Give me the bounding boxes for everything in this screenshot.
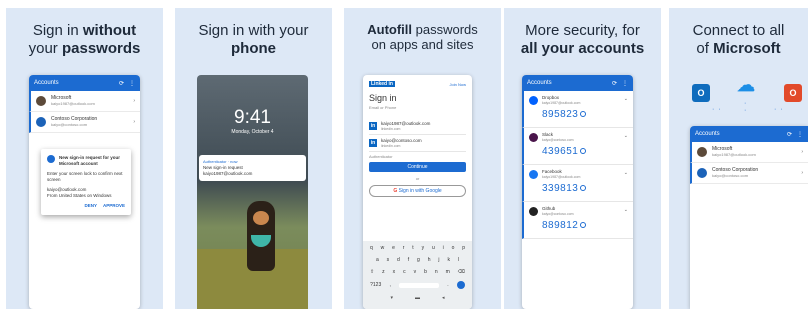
linkedin-signin-screen: Linked in Join Now Sign in Email or Phon…: [363, 75, 472, 309]
comma-key[interactable]: ,: [389, 282, 390, 288]
facebook-icon: [529, 170, 538, 179]
connector-dots: · ·: [744, 100, 748, 114]
autofill-suggestion[interactable]: in kaiyo@contoso.com linkedin.com: [369, 135, 466, 152]
go-key[interactable]: [456, 281, 465, 289]
accounts-screen: Accounts ⟳ ⋮ Microsoft kaiyo1987@outlook.c…: [690, 126, 808, 309]
slack-icon: [529, 133, 538, 142]
code-item-slack[interactable]: Slack kaiyo@contoso.com 439651 ⌄: [522, 128, 633, 165]
timer-icon: [580, 111, 587, 118]
chevron-icon: ›: [801, 149, 803, 155]
keyboard-row: ⇧ z x c v b n m ⌫: [369, 269, 465, 275]
connector-dots: · ·: [712, 106, 722, 113]
otp-code: 439651: [542, 146, 579, 157]
lock-time: 9:41: [234, 107, 271, 128]
google-icon: G: [393, 188, 398, 194]
dropbox-icon: [529, 96, 538, 105]
more-menu-icon[interactable]: ⋮: [797, 131, 803, 138]
refresh-icon[interactable]: ⟳: [119, 80, 124, 87]
lock-date: Monday, October 4: [231, 129, 274, 135]
deny-button[interactable]: DENY: [84, 203, 97, 209]
phone-screen: Accounts ⟳ ⋮ Microsoft kaiyo1987@outlook.c…: [29, 75, 140, 309]
app-bar-title: Accounts: [695, 131, 720, 137]
outlook-icon: O: [692, 84, 710, 102]
code-item-facebook[interactable]: Facebook kaiyo1987@outlook.com 339813 ⌄: [522, 165, 633, 202]
back-icon[interactable]: ▾: [390, 295, 393, 301]
approve-button[interactable]: APPROVE: [103, 203, 125, 209]
period-key[interactable]: .: [447, 282, 448, 288]
keyboard: qwertyuiop asdfghjkl ⇧ z x c v b n m ⌫ ?123 , . …: [363, 241, 472, 309]
panel-passwordless: Sign in without your passwords Accounts …: [6, 8, 163, 309]
panel-title: Autofill passwords on apps and sites: [367, 22, 478, 52]
symbols-key[interactable]: ?123: [370, 282, 381, 288]
refresh-icon[interactable]: ⟳: [612, 80, 617, 87]
timer-icon: [580, 185, 587, 192]
otp-code: 889812: [542, 220, 579, 231]
account-row[interactable]: Contoso Corporation kaiyo@contoso.com ›: [29, 112, 140, 133]
notification[interactable]: Authenticator · now New sign-in request …: [199, 155, 306, 181]
panel-title: Connect to all of Microsoft: [692, 22, 785, 57]
account-row[interactable]: Microsoft kaiyo1987@outlook.com ›: [29, 91, 140, 112]
linkedin-icon: in: [369, 139, 377, 147]
app-bar: Accounts ⟳ ⋮: [690, 126, 808, 142]
app-bar-title: Accounts: [527, 80, 552, 86]
continue-button[interactable]: Continue: [369, 162, 466, 172]
autofill-suggestion[interactable]: in kaiyo1987@outlook.com linkedin.com: [369, 118, 466, 135]
chevron-down-icon[interactable]: ⌄: [624, 96, 628, 102]
linkedin-icon: in: [369, 122, 377, 130]
app-bar: Accounts ⟳ ⋮: [29, 75, 140, 91]
avatar: [36, 96, 46, 106]
panel-title: More security, for all your accounts: [520, 22, 645, 57]
account-row[interactable]: Microsoft kaiyo1987@outlook.com ›: [690, 142, 808, 163]
code-item-github[interactable]: Github kaiyo@contoso.com 889812 ⌄: [522, 202, 633, 239]
chevron-down-icon[interactable]: ⌄: [624, 133, 628, 139]
chevron-down-icon[interactable]: ⌄: [624, 207, 628, 213]
spacebar[interactable]: [399, 282, 440, 288]
app-bar: Accounts ⟳ ⋮: [522, 75, 633, 91]
chevron-icon: ›: [801, 170, 803, 176]
code-item-dropbox[interactable]: Dropbox kaiyo1987@outlook.com 895823 ⌄: [522, 91, 633, 128]
shift-key[interactable]: ⇧: [370, 269, 374, 275]
onedrive-icon: ☁: [737, 74, 755, 95]
panel-title: Sign in without your passwords: [28, 22, 141, 57]
timer-icon: [580, 222, 587, 229]
lock-screen: 9:41 Monday, October 4 Authenticator · n…: [197, 75, 308, 309]
sign-in-request-dialog: New sign-in request for your Microsoft a…: [41, 149, 131, 215]
app-bar-title: Accounts: [34, 80, 59, 86]
home-icon[interactable]: ▬: [415, 295, 420, 301]
timer-icon: [580, 148, 587, 155]
recents-icon[interactable]: ◂: [442, 295, 445, 301]
account-row[interactable]: Contoso Corporation kaiyo@contoso.com ›: [690, 163, 808, 184]
chevron-icon: ›: [133, 119, 135, 125]
chevron-icon: ›: [133, 98, 135, 104]
backspace-key[interactable]: ⌫: [458, 269, 465, 275]
avatar: [697, 168, 707, 178]
otp-code: 339813: [542, 183, 579, 194]
avatar: [697, 147, 707, 157]
panel-title: Sign in with your phone: [198, 22, 309, 57]
linkedin-logo: Linked in: [369, 81, 395, 87]
office-icon: O: [784, 84, 802, 102]
join-now-link[interactable]: Join Now: [450, 82, 466, 87]
google-signin-button[interactable]: G Sign in with Google: [369, 185, 466, 197]
connector-dots: · ·: [774, 106, 784, 113]
more-menu-icon[interactable]: ⋮: [129, 80, 135, 87]
chevron-down-icon[interactable]: ⌄: [624, 170, 628, 176]
more-menu-icon[interactable]: ⋮: [622, 80, 628, 87]
keyboard-row: qwertyuiop: [369, 245, 466, 251]
system-nav-bar: ▾ ▬ ◂: [366, 295, 469, 301]
page-title: Sign in: [369, 93, 397, 103]
refresh-icon[interactable]: ⟳: [787, 131, 792, 138]
otp-code: 895823: [542, 109, 579, 120]
keyboard-row: ?123 , .: [366, 281, 469, 289]
avatar: [36, 117, 46, 127]
authenticator-icon: [47, 155, 55, 163]
github-icon: [529, 207, 538, 216]
keyboard-row: asdfghjkl: [375, 257, 459, 263]
codes-screen: Accounts ⟳ ⋮ Dropbox kaiyo1987@outlook.com…: [522, 75, 633, 309]
